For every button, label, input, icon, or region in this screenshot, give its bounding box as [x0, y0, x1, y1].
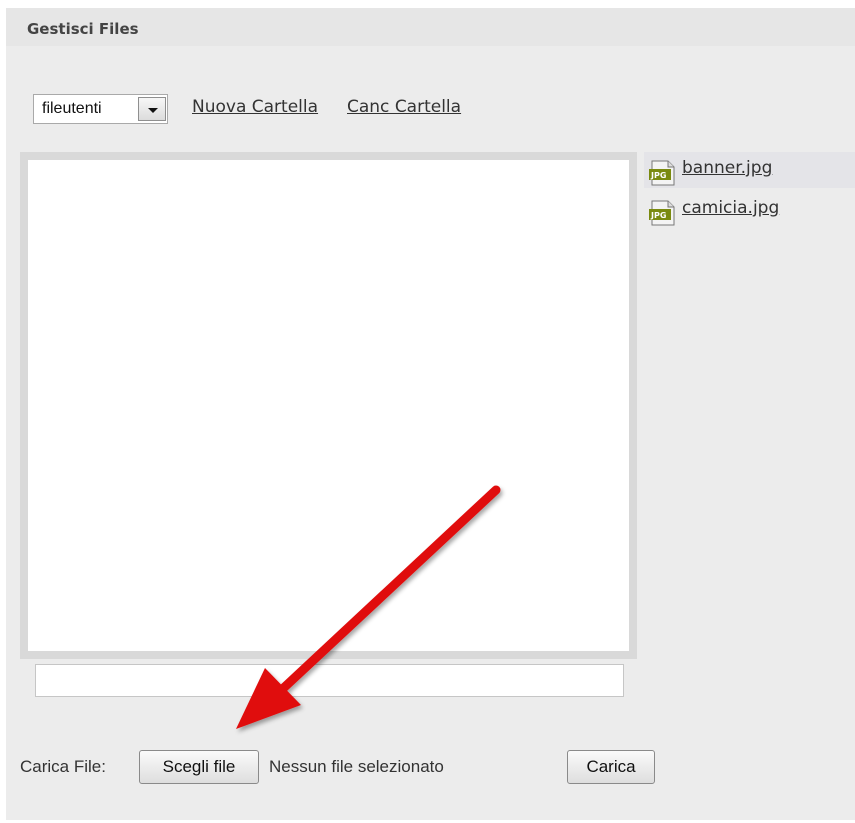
upload-submit-button[interactable]: Carica: [567, 750, 655, 784]
selected-file-field[interactable]: [35, 664, 624, 697]
file-list-item[interactable]: JPG camicia.jpg: [644, 192, 855, 228]
folder-select-value: fileutenti: [42, 100, 102, 117]
file-name-link[interactable]: camicia.jpg: [682, 198, 779, 218]
image-preview-frame: [20, 152, 637, 659]
file-list-item[interactable]: JPG banner.jpg: [644, 152, 855, 188]
panel-header: Gestisci Files: [6, 8, 855, 46]
folder-select[interactable]: fileutenti: [33, 94, 168, 124]
chevron-down-icon: [148, 108, 158, 113]
image-preview-area: [28, 160, 629, 651]
new-folder-link[interactable]: Nuova Cartella: [192, 97, 318, 117]
no-file-selected-text: Nessun file selezionato: [269, 757, 444, 776]
file-name-link[interactable]: banner.jpg: [682, 158, 772, 178]
svg-text:JPG: JPG: [650, 171, 666, 180]
svg-text:JPG: JPG: [650, 211, 666, 220]
panel-title: Gestisci Files: [27, 20, 139, 38]
jpg-file-icon: JPG: [649, 200, 675, 226]
jpg-file-icon: JPG: [649, 160, 675, 186]
choose-file-button[interactable]: Scegli file: [139, 750, 259, 784]
dropdown-button[interactable]: [138, 97, 166, 121]
delete-folder-link[interactable]: Canc Cartella: [347, 97, 461, 117]
file-manager-panel: Gestisci Files fileutenti Nuova Cartella…: [6, 8, 855, 820]
upload-label: Carica File:: [20, 757, 106, 776]
